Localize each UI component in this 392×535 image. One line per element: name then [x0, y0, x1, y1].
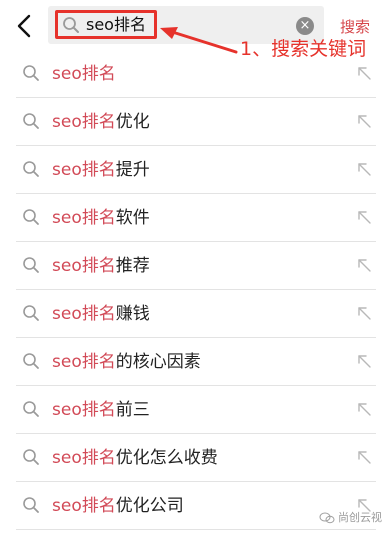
suggestion-label: seo排名提升	[52, 159, 150, 181]
suggestion-rest: 优化公司	[115, 496, 184, 516]
suggestion-list: seo排名 seo排名优化 seo排名提升 seo排名软件 seo排名推荐 seo排名赚钱…	[0, 50, 392, 530]
suggestion-highlight: seo排名	[52, 64, 116, 84]
fill-query-arrow-icon[interactable]	[356, 401, 372, 417]
search-icon	[23, 353, 39, 369]
suggestion-item[interactable]: seo排名	[0, 50, 392, 98]
fill-query-arrow-icon[interactable]	[356, 353, 372, 369]
search-button[interactable]: 搜索	[340, 18, 370, 36]
back-button[interactable]	[14, 13, 36, 39]
watermark-text: 尚创云视	[338, 511, 382, 524]
search-input[interactable]: seo排名	[86, 15, 146, 35]
suggestion-item[interactable]: seo排名优化怎么收费	[0, 434, 392, 482]
suggestion-rest: 的核心因素	[115, 352, 201, 372]
watermark: 尚创云视	[319, 511, 382, 525]
suggestion-highlight: seo排名	[52, 448, 116, 468]
suggestion-highlight: seo排名	[52, 160, 116, 180]
search-icon	[23, 449, 39, 465]
suggestion-label: seo排名前三	[52, 399, 150, 421]
chevron-left-icon	[17, 14, 31, 38]
suggestion-rest: 软件	[115, 208, 150, 228]
suggestion-highlight: seo排名	[52, 208, 116, 228]
suggestion-item[interactable]: seo排名赚钱	[0, 290, 392, 338]
suggestion-item[interactable]: seo排名优化	[0, 98, 392, 146]
suggestion-label: seo排名赚钱	[52, 303, 150, 325]
suggestion-highlight: seo排名	[52, 256, 116, 276]
fill-query-arrow-icon[interactable]	[356, 113, 372, 129]
suggestion-highlight: seo排名	[52, 496, 116, 516]
fill-query-arrow-icon[interactable]	[356, 449, 372, 465]
suggestion-highlight: seo排名	[52, 352, 116, 372]
suggestion-rest: 优化	[115, 112, 150, 132]
suggestion-highlight: seo排名	[52, 304, 116, 324]
suggestion-item[interactable]: seo排名提升	[0, 146, 392, 194]
suggestion-label: seo排名优化公司	[52, 495, 184, 517]
fill-query-arrow-icon[interactable]	[356, 305, 372, 321]
search-icon	[23, 209, 39, 225]
divider	[16, 529, 376, 530]
search-icon	[23, 113, 39, 129]
suggestion-highlight: seo排名	[52, 112, 116, 132]
suggestion-label: seo排名软件	[52, 207, 150, 229]
suggestion-rest: 前三	[115, 400, 150, 420]
search-icon	[23, 65, 39, 81]
clear-icon[interactable]: ×	[296, 17, 314, 35]
search-icon	[23, 401, 39, 417]
search-icon	[63, 17, 79, 33]
fill-query-arrow-icon[interactable]	[356, 209, 372, 225]
suggestion-item[interactable]: seo排名前三	[0, 386, 392, 434]
chat-bubbles-icon	[319, 512, 334, 524]
suggestion-rest: 提升	[115, 160, 150, 180]
suggestion-rest: 优化怎么收费	[115, 448, 218, 468]
search-icon	[23, 497, 39, 513]
fill-query-arrow-icon[interactable]	[356, 257, 372, 273]
suggestion-item[interactable]: seo排名软件	[0, 194, 392, 242]
suggestion-item[interactable]: seo排名推荐	[0, 242, 392, 290]
suggestion-label: seo排名推荐	[52, 255, 150, 277]
suggestion-label: seo排名	[52, 63, 116, 85]
search-icon	[23, 305, 39, 321]
suggestion-rest: 赚钱	[115, 304, 150, 324]
fill-query-arrow-icon[interactable]	[356, 65, 372, 81]
suggestion-label: seo排名的核心因素	[52, 351, 201, 373]
suggestion-highlight: seo排名	[52, 400, 116, 420]
suggestion-label: seo排名优化怎么收费	[52, 447, 218, 469]
fill-query-arrow-icon[interactable]	[356, 161, 372, 177]
suggestion-label: seo排名优化	[52, 111, 150, 133]
search-icon	[23, 161, 39, 177]
suggestion-item[interactable]: seo排名的核心因素	[0, 338, 392, 386]
search-icon	[23, 257, 39, 273]
suggestion-rest: 推荐	[115, 256, 150, 276]
